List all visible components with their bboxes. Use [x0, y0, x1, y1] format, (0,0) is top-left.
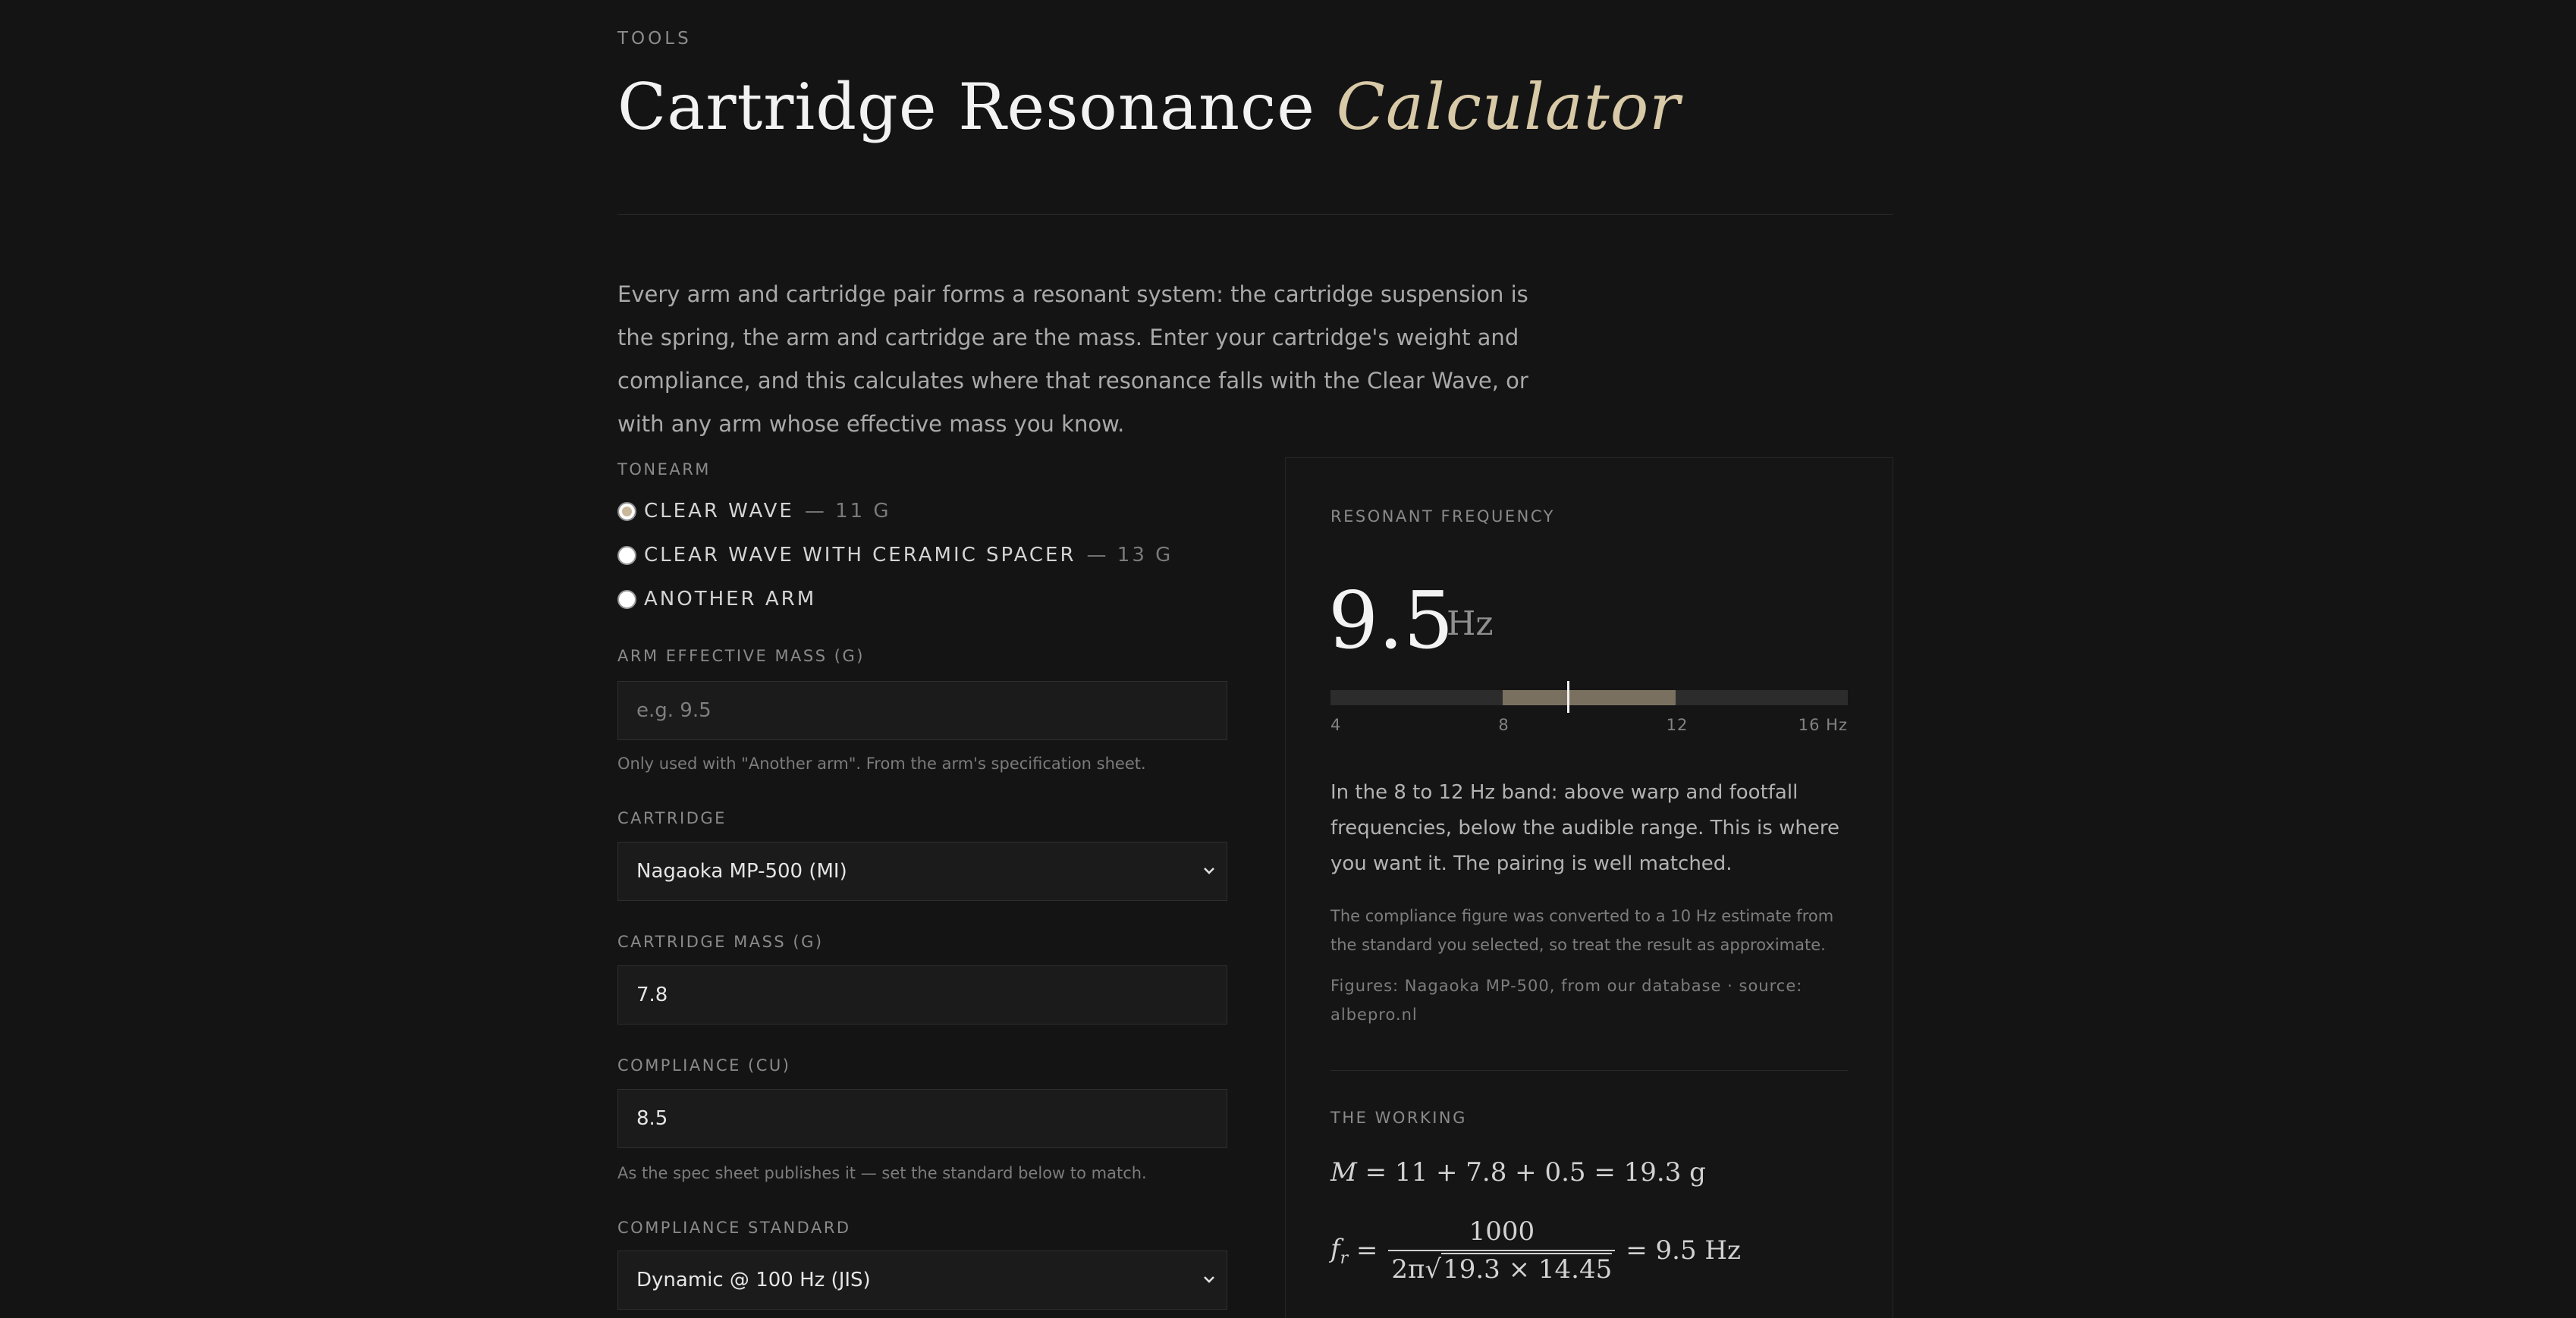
scale-tick: 16 Hz: [1798, 716, 1848, 734]
panel-divider: [1330, 1070, 1848, 1071]
scale-tick: 8: [1498, 716, 1509, 734]
arm-mass-input[interactable]: e.g. 9.5: [617, 681, 1227, 740]
sqrt-body: 19.3 × 14.45: [1441, 1253, 1613, 1285]
compliance-input[interactable]: 8.5: [617, 1089, 1227, 1148]
page-title: Cartridge Resonance Calculator: [617, 70, 1680, 144]
section-eyebrow: TOOLS: [617, 29, 692, 49]
chevron-down-icon: [1204, 1276, 1214, 1283]
compliance-standard-label: COMPLIANCE STANDARD: [617, 1219, 851, 1237]
page: TOOLS Cartridge Resonance Calculator Eve…: [617, 0, 1893, 1318]
radio-note: — 11 G: [804, 500, 891, 522]
tonearm-option-ceramic-spacer[interactable]: CLEAR WAVE WITH CERAMIC SPACER — 13 G: [617, 541, 1173, 569]
resonant-frequency-unit: Hz: [1447, 604, 1494, 643]
radio-label: ANOTHER ARM: [644, 588, 817, 610]
scale-tick: 12: [1666, 716, 1689, 734]
compliance-standard-selected-value: Dynamic @ 100 Hz (JIS): [636, 1269, 871, 1291]
frequency-symbol: fr: [1330, 1233, 1349, 1268]
resonant-frequency-value: 9.5: [1328, 574, 1454, 667]
cartridge-select[interactable]: Nagaoka MP-500 (MI): [617, 842, 1227, 901]
radio-button[interactable]: [617, 545, 636, 565]
frequency-scale: [1330, 681, 1848, 713]
ideal-band: [1503, 690, 1676, 705]
fraction-denominator: 2π√19.3 × 14.45: [1388, 1250, 1616, 1285]
working-label: THE WORKING: [1330, 1109, 1467, 1127]
compliance-label: COMPLIANCE (CU): [617, 1056, 791, 1075]
tonearm-option-another-arm[interactable]: ANOTHER ARM: [617, 585, 816, 613]
tonearm-label: TONEARM: [617, 460, 711, 479]
two-pi: 2π: [1391, 1254, 1425, 1285]
mass-equation-body: = 11 + 7.8 + 0.5 = 19.3 g: [1365, 1157, 1706, 1188]
conversion-note: The compliance figure was converted to a…: [1330, 907, 1834, 954]
radio-button[interactable]: [617, 501, 636, 521]
frequency-equation: fr = 1000 2π√19.3 × 14.45 = 9.5 Hz: [1330, 1216, 1741, 1285]
compliance-hint: As the spec sheet publishes it — set the…: [617, 1164, 1147, 1182]
result-label: RESONANT FREQUENCY: [1330, 507, 1555, 526]
frequency-marker: [1566, 681, 1569, 713]
mass-symbol: M: [1330, 1157, 1357, 1188]
header-divider: [617, 214, 1893, 215]
tonearm-option-clear-wave[interactable]: CLEAR WAVE — 11 G: [617, 497, 891, 525]
scale-tick: 4: [1330, 716, 1342, 734]
result-panel: RESONANT FREQUENCY 9.5 Hz 4 8 12 16 Hz I…: [1285, 457, 1893, 1318]
radio-label: CLEAR WAVE WITH CERAMIC SPACER: [644, 544, 1076, 566]
cartridge-mass-input[interactable]: 7.8: [617, 965, 1227, 1025]
frequency-result: = 9.5 Hz: [1626, 1235, 1741, 1266]
chevron-down-icon: [1204, 868, 1214, 874]
radio-button[interactable]: [617, 589, 636, 609]
radio-label: CLEAR WAVE: [644, 500, 794, 522]
title-accent: Calculator: [1336, 70, 1681, 144]
compliance-standard-select[interactable]: Dynamic @ 100 Hz (JIS): [617, 1251, 1227, 1310]
cartridge-selected-value: Nagaoka MP-500 (MI): [636, 860, 847, 883]
cartridge-label: CARTRIDGE: [617, 809, 727, 827]
title-main: Cartridge Resonance: [617, 70, 1315, 144]
arm-mass-hint: Only used with "Another arm". From the a…: [617, 755, 1146, 773]
mass-equation: M = 11 + 7.8 + 0.5 = 19.3 g: [1330, 1157, 1706, 1188]
arm-mass-label: ARM EFFECTIVE MASS (G): [617, 647, 865, 665]
fraction-numerator: 1000: [1469, 1216, 1535, 1247]
verdict-text: In the 8 to 12 Hz band: above warp and f…: [1330, 781, 1839, 875]
fraction: 1000 2π√19.3 × 14.45: [1388, 1216, 1616, 1285]
radio-note: — 13 G: [1086, 544, 1173, 566]
figures-note: Figures: Nagaoka MP-500, from our databa…: [1330, 977, 1803, 1024]
cartridge-mass-label: CARTRIDGE MASS (G): [617, 933, 824, 951]
intro-text: Every arm and cartridge pair forms a res…: [617, 281, 1528, 437]
